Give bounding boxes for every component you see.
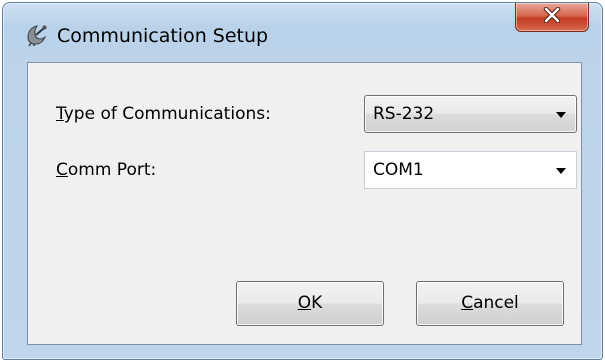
cancel-button[interactable]: Cancel xyxy=(416,281,564,326)
communications-type-dropdown[interactable]: RS-232 xyxy=(364,95,577,133)
chevron-down-icon xyxy=(556,112,566,118)
chevron-down-icon xyxy=(556,168,566,174)
close-button[interactable] xyxy=(515,3,589,32)
type-of-communications-label: Type of Communications: xyxy=(56,104,271,124)
close-icon xyxy=(543,6,561,27)
dialog-window: Communication Setup Type of Communicatio… xyxy=(2,2,603,360)
window-title: Communication Setup xyxy=(57,25,269,47)
comm-port-value: COM1 xyxy=(373,160,424,180)
satellite-dish-icon xyxy=(25,23,49,47)
comm-port-label: Comm Port: xyxy=(56,160,157,180)
comm-port-dropdown[interactable]: COM1 xyxy=(364,151,577,189)
dialog-content: Type of Communications: RS-232 Comm Port… xyxy=(27,62,582,345)
title-bar[interactable]: Communication Setup xyxy=(3,3,602,47)
communications-type-value: RS-232 xyxy=(373,104,435,124)
ok-button[interactable]: OK xyxy=(236,281,384,326)
